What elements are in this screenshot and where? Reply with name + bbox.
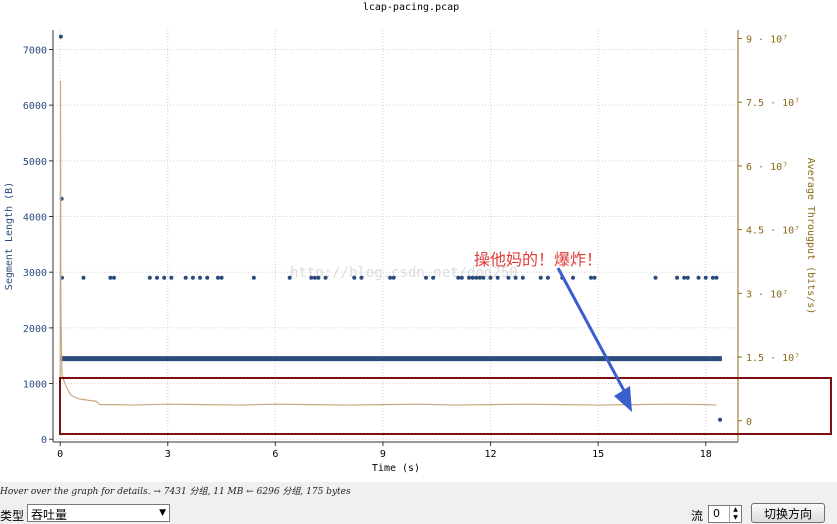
segment-point — [481, 275, 486, 280]
segment-point — [359, 275, 364, 280]
segment-point — [474, 275, 479, 280]
y-tick-label: 7000 — [23, 45, 47, 56]
plot-background — [53, 30, 738, 442]
segment-point — [685, 275, 690, 280]
x-tick-label: 12 — [485, 449, 497, 460]
segment-point — [312, 275, 317, 280]
chart-title: lcap-pacing.pcap — [363, 2, 459, 13]
y-axis-label-left: Segment Length (B) — [4, 182, 15, 290]
segment-point — [571, 275, 576, 280]
y-tick-label: 5000 — [23, 157, 47, 168]
segment-point — [470, 275, 475, 280]
segment-point — [588, 275, 593, 280]
tcp-stream-graph[interactable]: 0 3 6 9 12 15 18 0 1000 2000 3000 4000 5000 6000 7000 0… — [0, 0, 837, 482]
y-tick-label: 4000 — [23, 213, 47, 224]
graph-type-select[interactable]: 吞吐量 ▼ — [27, 504, 170, 522]
type-label: 类型 — [0, 509, 25, 523]
annotation-text: 操他妈的！爆炸！ — [474, 250, 602, 269]
segment-point — [520, 275, 525, 280]
y2-tick-label: 9 · 10⁷ — [746, 34, 788, 45]
switch-direction-button[interactable]: 切换方向 — [751, 503, 825, 523]
y-tick-label: 3000 — [23, 268, 47, 279]
segment-point — [198, 275, 203, 280]
stream-label: 流 — [691, 509, 704, 523]
segment-point — [111, 275, 116, 280]
segment-point — [391, 275, 396, 280]
segment-point — [169, 275, 174, 280]
segment-point — [513, 275, 518, 280]
spin-up-icon[interactable]: ▲ — [729, 506, 741, 514]
segment-point — [467, 275, 472, 280]
segment-point — [538, 275, 543, 280]
y-tick-label: 2000 — [23, 324, 47, 335]
segment-point — [183, 275, 188, 280]
segment-point — [58, 34, 63, 39]
segment-point — [703, 275, 708, 280]
graph-type-value: 吞吐量 — [31, 508, 68, 522]
segment-point — [108, 275, 113, 280]
segment-point — [675, 275, 680, 280]
segment-point — [696, 275, 701, 280]
segment-point — [592, 275, 597, 280]
segment-point — [682, 275, 687, 280]
segment-point — [488, 275, 493, 280]
segment-point — [219, 275, 224, 280]
x-tick-label: 15 — [592, 449, 604, 460]
y2-tick-label: 0 — [746, 417, 752, 428]
segment-point — [714, 275, 719, 280]
segment-point — [352, 275, 357, 280]
segment-point — [323, 275, 328, 280]
status-hint: Hover over the graph for details. → 7431… — [0, 487, 351, 497]
segment-point — [718, 417, 723, 422]
segment-point — [205, 275, 210, 280]
y-tick-label: 1000 — [23, 380, 47, 391]
stream-spinbox[interactable]: 0 ▲ ▼ — [708, 505, 742, 523]
chevron-down-icon: ▼ — [159, 508, 166, 518]
y2-tick-label: 7.5 · 10⁷ — [746, 98, 800, 109]
segment-point — [155, 275, 160, 280]
y-axis-label-right: Average Througput (bits/s) — [805, 158, 816, 315]
segment-point — [316, 275, 321, 280]
segment-point — [215, 275, 220, 280]
segment-point — [710, 275, 715, 280]
x-tick-label: 18 — [700, 449, 712, 460]
y2-tick-label: 1.5 · 10⁷ — [746, 353, 800, 364]
x-tick-label: 0 — [57, 449, 63, 460]
segment-point — [81, 275, 86, 280]
spin-down-icon[interactable]: ▼ — [729, 514, 741, 522]
segment-point — [423, 275, 428, 280]
segment-point — [495, 275, 500, 280]
segment-point — [388, 275, 393, 280]
segment-point — [251, 275, 256, 280]
segment-point — [287, 275, 292, 280]
segment-point — [653, 275, 658, 280]
y-tick-label: 6000 — [23, 101, 47, 112]
segment-point — [190, 275, 195, 280]
x-tick-label: 6 — [272, 449, 278, 460]
x-tick-label: 9 — [380, 449, 386, 460]
segment-point — [162, 275, 167, 280]
segment-point — [506, 275, 511, 280]
segment-point — [309, 275, 314, 280]
y2-tick-label: 4.5 · 10⁷ — [746, 226, 800, 237]
segment-point — [459, 275, 464, 280]
graph-panel[interactable]: 0 3 6 9 12 15 18 0 1000 2000 3000 4000 5000 6000 7000 0… — [0, 0, 837, 482]
x-axis-label: Time (s) — [372, 463, 420, 474]
segment-point — [456, 275, 461, 280]
y-tick-label: 0 — [41, 435, 47, 446]
segment-point — [545, 275, 550, 280]
y2-tick-label: 6 · 10⁷ — [746, 162, 788, 173]
segment-point — [477, 275, 482, 280]
stream-value: 0 — [713, 507, 720, 520]
y2-tick-label: 3 · 10⁷ — [746, 289, 788, 300]
segment-point — [147, 275, 152, 280]
x-tick-label: 3 — [165, 449, 171, 460]
segment-point — [431, 275, 436, 280]
